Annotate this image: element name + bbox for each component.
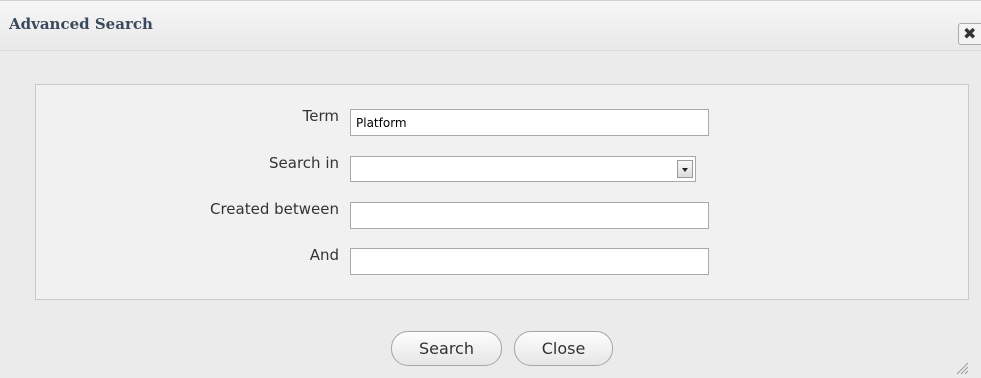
dialog-title: Advanced Search	[9, 15, 153, 33]
search-button[interactable]: Search	[391, 331, 502, 366]
created-between-input[interactable]	[350, 202, 709, 229]
term-label: Term	[302, 107, 339, 125]
term-input[interactable]	[350, 109, 709, 136]
search-in-label: Search in	[269, 154, 339, 172]
close-button[interactable]: Close	[514, 331, 613, 366]
close-icon[interactable]: ✖	[958, 23, 981, 45]
dialog-titlebar[interactable]: Advanced Search	[0, 1, 981, 51]
and-label: And	[309, 246, 339, 264]
search-in-select[interactable]	[350, 156, 696, 182]
created-between-label: Created between	[210, 200, 339, 218]
advanced-search-dialog: Advanced Search ✖ Term Search in Created…	[0, 0, 981, 378]
and-date-input[interactable]	[350, 248, 709, 275]
dropdown-arrow-icon[interactable]	[677, 160, 693, 178]
resize-grip-icon[interactable]	[955, 361, 969, 375]
